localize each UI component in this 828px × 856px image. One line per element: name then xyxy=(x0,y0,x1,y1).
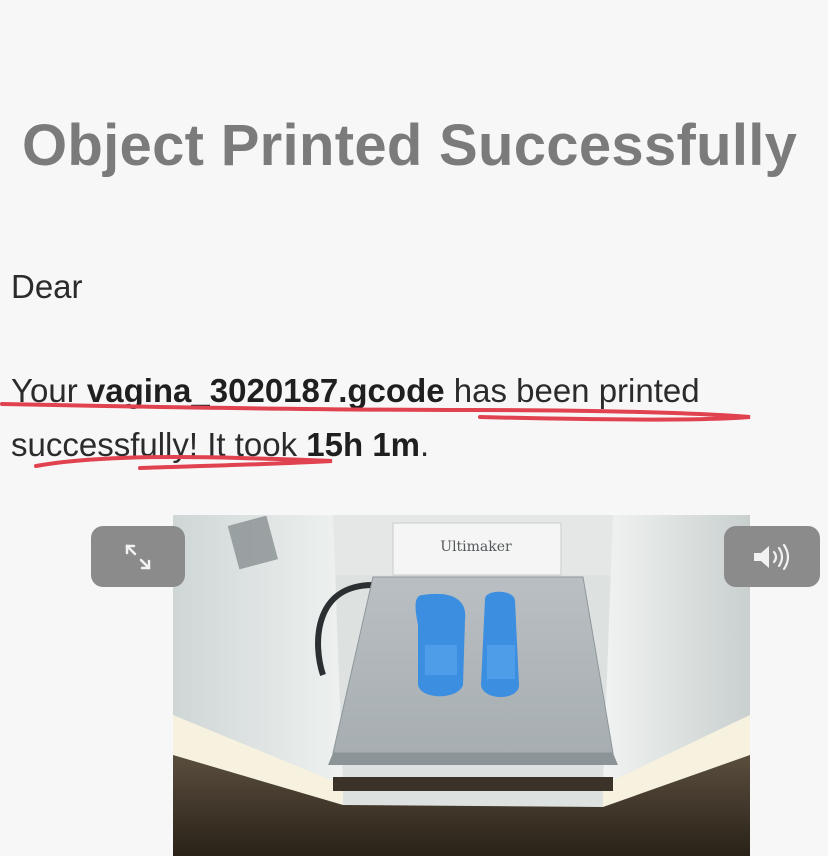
print-duration: 15h 1m xyxy=(306,426,421,463)
message-suffix: . xyxy=(420,426,430,463)
greeting-text: Dear xyxy=(11,268,83,305)
message-prefix: Your xyxy=(11,372,87,409)
message-text: Your vagina_3020187.gcode has been print… xyxy=(11,364,811,472)
printer-camera-image: Ultimaker xyxy=(173,515,750,856)
printed-object-left xyxy=(415,593,466,697)
printed-object-right xyxy=(481,591,519,697)
audio-button[interactable] xyxy=(724,526,820,587)
brand-label: Ultimaker xyxy=(440,539,512,555)
gcode-filename: vagina_3020187.gcode xyxy=(86,372,445,409)
fullscreen-button[interactable] xyxy=(91,526,185,587)
speaker-icon xyxy=(754,543,790,570)
expand-icon xyxy=(125,544,151,569)
page-title: Object Printed Successfully xyxy=(22,113,798,178)
